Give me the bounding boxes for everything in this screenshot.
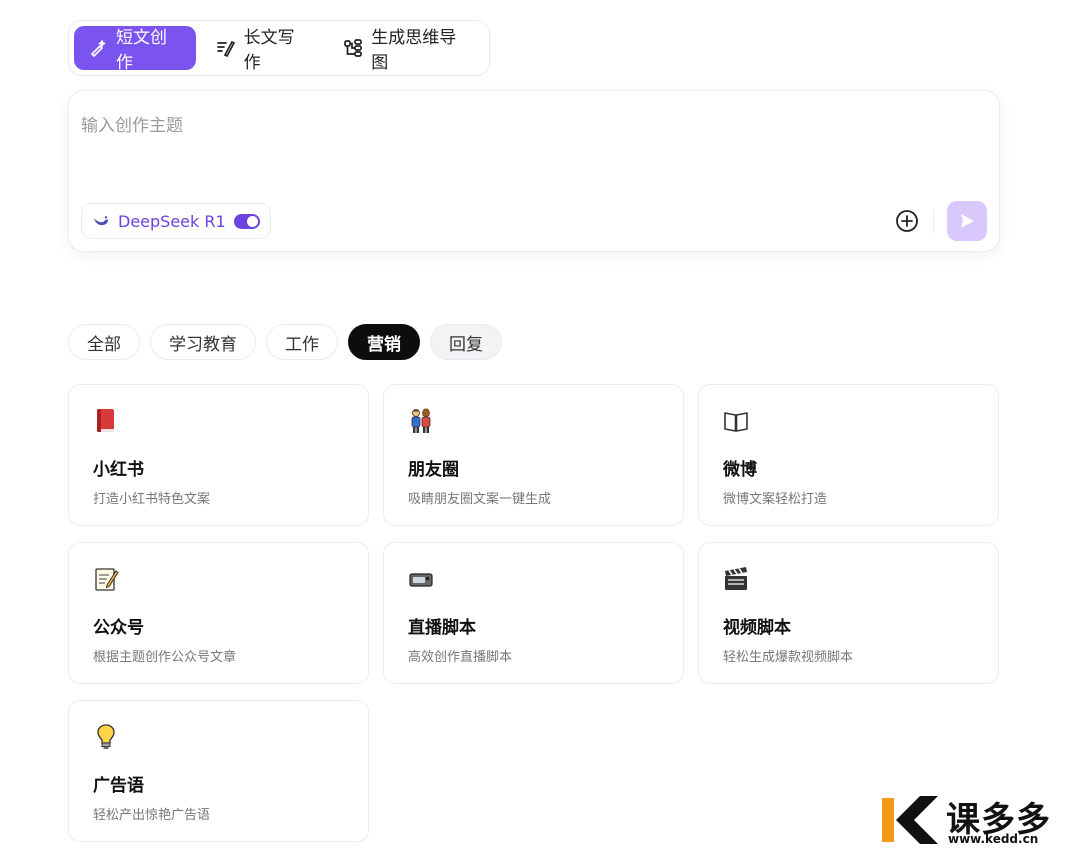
open-book-icon xyxy=(724,412,748,432)
tab-short-writing[interactable]: 短文创作 xyxy=(74,26,196,73)
template-card-live-script[interactable]: 直播脚本 高效创作直播脚本 xyxy=(383,542,684,684)
card-desc: 高效创作直播脚本 xyxy=(408,650,513,665)
send-icon xyxy=(961,214,974,228)
card-title: 小红书 xyxy=(93,460,144,480)
watermark-url: www.kedd.cn xyxy=(948,832,1039,846)
category-education[interactable]: 学习教育 xyxy=(150,324,256,360)
topic-input[interactable] xyxy=(81,111,981,141)
mindmap-icon xyxy=(344,39,363,57)
model-selector[interactable]: DeepSeek R1 xyxy=(81,203,271,239)
toolbar-divider xyxy=(933,209,934,233)
model-label: DeepSeek R1 xyxy=(118,211,226,231)
memo-icon xyxy=(95,568,119,591)
card-title: 微博 xyxy=(723,460,757,480)
tab-long-writing[interactable]: 长文写作 xyxy=(202,26,324,73)
card-desc: 打造小红书特色文案 xyxy=(93,492,211,507)
template-card-slogan[interactable]: 广告语 轻松产出惊艳广告语 xyxy=(68,700,369,842)
tab-label: 长文写作 xyxy=(243,28,295,73)
red-book-icon xyxy=(97,409,114,432)
card-desc: 轻松产出惊艳广告语 xyxy=(93,808,211,823)
tab-mindmap[interactable]: 生成思维导图 xyxy=(329,26,484,73)
add-button[interactable] xyxy=(893,207,921,235)
tab-label: 生成思维导图 xyxy=(371,28,457,73)
kedd-logo-icon xyxy=(882,796,938,844)
sparkle-pen-icon xyxy=(91,40,106,57)
template-grid: 小红书 打造小红书特色文案 朋友圈 吸睛朋友圈文案一键生成 微博 微博文案轻松打… xyxy=(68,384,1000,842)
template-card-official-account[interactable]: 公众号 根据主题创作公众号文章 xyxy=(68,542,369,684)
template-card-weibo[interactable]: 微博 微博文案轻松打造 xyxy=(698,384,999,526)
clapperboard-icon xyxy=(725,567,747,590)
card-desc: 根据主题创作公众号文章 xyxy=(93,650,237,665)
card-title: 广告语 xyxy=(93,776,144,796)
lines-pen-icon xyxy=(216,40,235,58)
deepseek-whale-icon xyxy=(93,216,109,226)
watermark: 课多多 www.kedd.cn xyxy=(880,792,1076,848)
send-button[interactable] xyxy=(947,201,987,241)
template-card-video-script[interactable]: 视频脚本 轻松生成爆款视频脚本 xyxy=(698,542,999,684)
mode-tabs: 短文创作 长文写作 生成思维导图 xyxy=(68,20,490,76)
lightbulb-icon xyxy=(97,724,115,749)
card-title: 公众号 xyxy=(93,618,144,638)
card-title: 朋友圈 xyxy=(408,460,459,480)
card-desc: 轻松生成爆款视频脚本 xyxy=(723,650,854,665)
card-title: 视频脚本 xyxy=(723,618,791,638)
template-card-moments[interactable]: 朋友圈 吸睛朋友圈文案一键生成 xyxy=(383,384,684,526)
plus-circle-icon xyxy=(896,210,918,232)
category-all[interactable]: 全部 xyxy=(68,324,140,360)
category-filter: 全部 学习教育 工作 营销 回复 xyxy=(68,324,502,360)
prompt-box: DeepSeek R1 xyxy=(68,90,1000,252)
category-reply[interactable]: 回复 xyxy=(430,324,502,360)
category-work[interactable]: 工作 xyxy=(266,324,338,360)
card-desc: 吸睛朋友圈文案一键生成 xyxy=(408,492,552,507)
card-title: 直播脚本 xyxy=(408,618,476,638)
category-marketing[interactable]: 营销 xyxy=(348,324,420,360)
video-camera-icon xyxy=(409,573,433,587)
card-desc: 微博文案轻松打造 xyxy=(723,492,828,507)
model-toggle[interactable] xyxy=(233,213,260,229)
template-card-xiaohongshu[interactable]: 小红书 打造小红书特色文案 xyxy=(68,384,369,526)
tab-label: 短文创作 xyxy=(116,28,167,73)
friends-icon xyxy=(411,408,431,433)
